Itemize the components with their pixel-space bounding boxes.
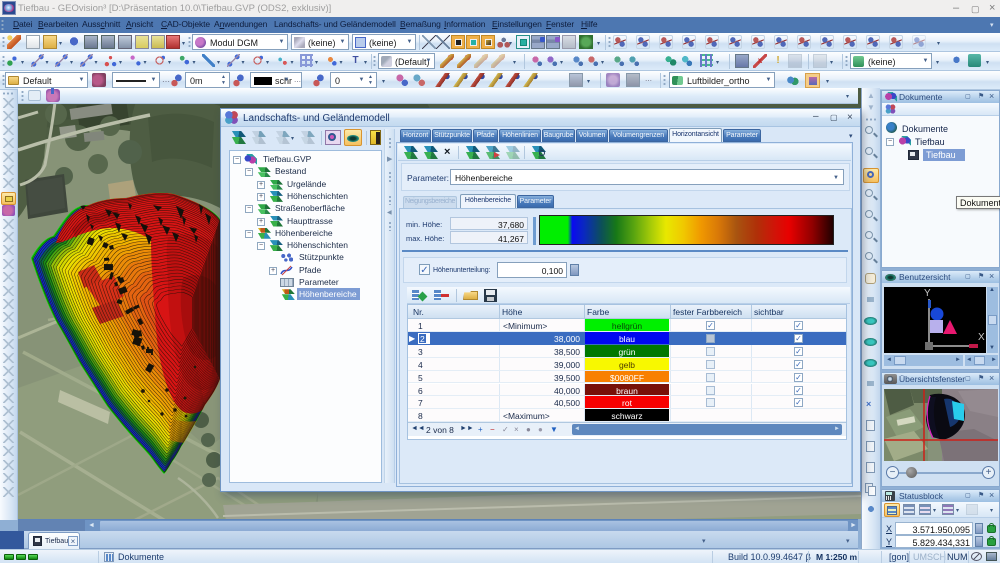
- svg-text:Y: Y: [924, 288, 931, 299]
- svg-text:X: X: [978, 332, 985, 343]
